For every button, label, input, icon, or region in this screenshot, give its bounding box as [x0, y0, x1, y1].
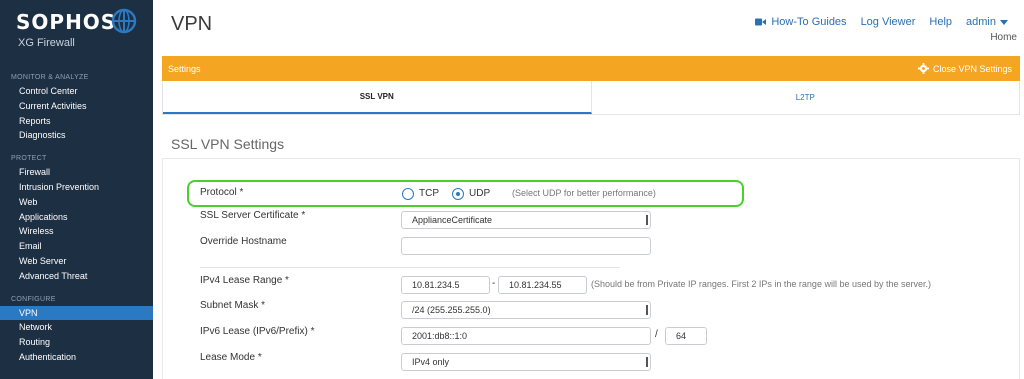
lease-end-value: 10.81.234.55: [509, 280, 562, 290]
protocol-highlight: [187, 180, 744, 207]
video-camera-icon: [755, 18, 767, 26]
sidebar-item-diagnostics[interactable]: Diagnostics: [0, 128, 153, 143]
caret-down-icon: [1000, 19, 1008, 25]
ipv6-address-value: 2001:db8::1:0: [412, 331, 468, 341]
range-separator: -: [492, 278, 496, 289]
subnet-select[interactable]: /24 (255.255.255.0): [401, 301, 651, 319]
certificate-label: SSL Server Certificate *: [200, 210, 306, 221]
howto-link[interactable]: How-To Guides: [755, 16, 847, 28]
sidebar-item-email[interactable]: Email: [0, 239, 153, 254]
select-handle-icon: [645, 357, 648, 367]
ipv6-prefix-value: 64: [676, 331, 687, 341]
help-link[interactable]: Help: [929, 16, 952, 28]
hostname-label: Override Hostname: [200, 236, 287, 247]
prefix-separator: /: [655, 329, 658, 340]
divider: [200, 267, 620, 268]
sidebar-item-wireless[interactable]: Wireless: [0, 224, 153, 239]
sidebar-item-intrusion-prevention[interactable]: Intrusion Prevention: [0, 180, 153, 195]
sidebar-item-vpn[interactable]: VPN: [0, 305, 153, 321]
page-title: VPN: [171, 13, 213, 35]
select-handle-icon: [645, 305, 648, 315]
log-viewer-link[interactable]: Log Viewer: [861, 16, 916, 28]
globe-icon: [111, 8, 137, 34]
radio-tcp-label: TCP: [419, 188, 439, 199]
lease-mode-value: IPv4 only: [412, 357, 450, 367]
tab-l2tp[interactable]: L2TP: [592, 81, 1020, 114]
lease-range-start-input[interactable]: 10.81.234.5: [401, 276, 490, 294]
sidebar-item-applications[interactable]: Applications: [0, 210, 153, 225]
tabs: SSL VPN L2TP: [162, 81, 1020, 115]
certificate-value: ApplianceCertificate: [412, 215, 493, 225]
sidebar-item-network[interactable]: Network: [0, 320, 153, 335]
sidebar-item-authentication[interactable]: Authentication: [0, 350, 153, 365]
close-vpn-settings-button[interactable]: Close VPN Settings: [917, 63, 1012, 74]
settings-bar-label: Settings: [168, 63, 201, 74]
subnet-label: Subnet Mask *: [200, 300, 266, 311]
subnet-value: /24 (255.255.255.0): [412, 305, 491, 315]
nav-section-monitor: MONITOR & ANALYZE: [11, 74, 89, 81]
lease-mode-select[interactable]: IPv4 only: [401, 353, 651, 371]
certificate-select[interactable]: ApplianceCertificate: [401, 211, 651, 229]
breadcrumb-home[interactable]: Home: [990, 32, 1017, 43]
admin-label: admin: [966, 16, 996, 28]
nav-section-configure: CONFIGURE: [11, 295, 56, 303]
select-handle-icon: [645, 215, 648, 225]
sidebar-item-web[interactable]: Web: [0, 195, 153, 210]
radio-tcp[interactable]: [402, 188, 414, 200]
close-vpn-settings-label: Close VPN Settings: [932, 63, 1012, 74]
section-title: SSL VPN Settings: [171, 136, 285, 152]
hostname-input[interactable]: [401, 237, 651, 255]
lease-mode-label: Lease Mode *: [200, 352, 262, 363]
nav-section-protect: PROTECT: [11, 155, 47, 163]
lease-range-end-input[interactable]: 10.81.234.55: [498, 276, 587, 294]
lease-range-hint: (Should be from Private IP ranges. First…: [591, 279, 931, 289]
sidebar: SOPHOS XG Firewall MONITOR & ANALYZE Con…: [0, 0, 153, 379]
settings-bar: Settings Close VPN Settings: [162, 56, 1020, 81]
radio-udp-label: UDP: [469, 188, 491, 199]
sidebar-item-current-activities[interactable]: Current Activities: [0, 99, 153, 114]
radio-udp[interactable]: [452, 188, 464, 200]
top-links: How-To Guides Log Viewer Help admin: [755, 16, 1008, 28]
protocol-hint: (Select UDP for better performance): [512, 188, 656, 198]
sidebar-item-reports[interactable]: Reports: [0, 114, 153, 129]
ipv6-prefix-input[interactable]: 64: [665, 327, 707, 345]
tab-ssl-vpn[interactable]: SSL VPN: [163, 81, 592, 114]
sidebar-item-web-server[interactable]: Web Server: [0, 254, 153, 269]
lease-start-value: 10.81.234.5: [412, 280, 460, 290]
sidebar-item-advanced-threat[interactable]: Advanced Threat: [0, 269, 153, 284]
logo: SOPHOS XG Firewall: [0, 0, 153, 66]
howto-label: How-To Guides: [771, 16, 847, 28]
ipv6-address-input[interactable]: 2001:db8::1:0: [401, 327, 651, 345]
product-name: XG Firewall: [18, 37, 75, 49]
sidebar-item-firewall[interactable]: Firewall: [0, 165, 153, 180]
protocol-label: Protocol *: [200, 187, 244, 198]
gear-icon: [917, 63, 929, 74]
lease-range-label: IPv4 Lease Range *: [200, 275, 289, 286]
sidebar-item-control-center[interactable]: Control Center: [0, 84, 153, 99]
ipv6-label: IPv6 Lease (IPv6/Prefix) *: [200, 326, 315, 337]
sidebar-item-routing[interactable]: Routing: [0, 335, 153, 350]
admin-menu[interactable]: admin: [966, 16, 1008, 28]
